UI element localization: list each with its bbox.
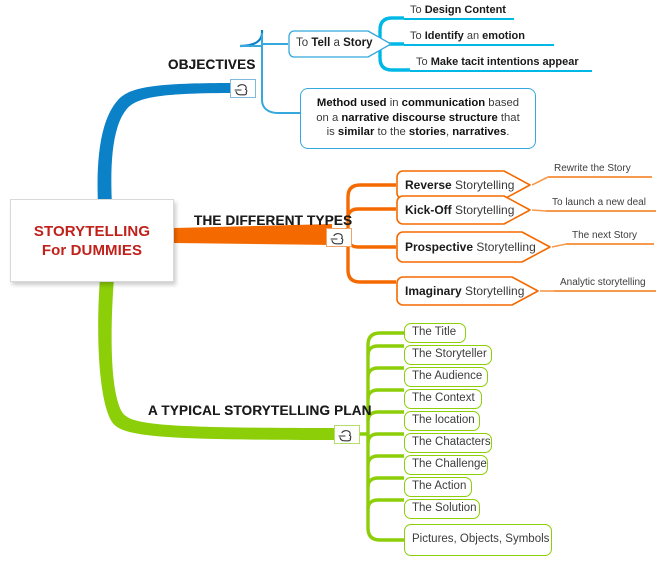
pointing-hand-icon[interactable] <box>334 425 360 444</box>
node-kickoff-storytelling-label: Kick-Off Storytelling <box>405 203 515 217</box>
leaf-design-content-label: To Design Content <box>410 4 506 16</box>
note-connector-3 <box>551 243 567 248</box>
note-next-story[interactable]: The next Story <box>566 229 654 245</box>
node-imaginary-storytelling[interactable]: Imaginary Storytelling <box>396 276 540 306</box>
leaf-underline-rule <box>410 70 592 72</box>
node-tell-a-story[interactable]: To Tell a Story <box>288 30 393 58</box>
pointing-hand-icon[interactable] <box>326 228 352 247</box>
note-rewrite-the-story[interactable]: Rewrite the Story <box>548 162 652 178</box>
note-next-story-label: The next Story <box>572 230 638 241</box>
leaf-identify-emotion[interactable]: To Identify an emotion <box>404 30 554 46</box>
node-method-definition[interactable]: Method used in communication based on a … <box>300 88 536 149</box>
root-title-line2: For DUMMIES <box>41 241 143 259</box>
node-the-context[interactable]: The Context <box>404 389 482 409</box>
node-the-action[interactable]: The Action <box>404 477 472 497</box>
note-launch-new-deal[interactable]: To launch a new deal <box>546 196 656 212</box>
node-the-location[interactable]: The location <box>404 411 480 431</box>
node-tell-a-story-label: To Tell a Story <box>296 37 373 50</box>
note-analytic-storytelling[interactable]: Analytic storytelling <box>554 276 656 292</box>
leaf-make-tacit-intentions-label: To Make tacit intentions appear <box>416 56 579 68</box>
node-imaginary-storytelling-label: Imaginary Storytelling <box>405 284 525 298</box>
node-pictures-objects-symbols[interactable]: Pictures, Objects, Symbols <box>404 524 552 556</box>
node-reverse-storytelling-label: Reverse Storytelling <box>405 178 515 192</box>
node-kickoff-storytelling[interactable]: Kick-Off Storytelling <box>396 195 532 225</box>
note-underline-rule <box>546 210 656 212</box>
node-the-audience[interactable]: The Audience <box>404 367 488 387</box>
node-prospective-storytelling-label: Prospective Storytelling <box>405 240 536 254</box>
node-the-storyteller[interactable]: The Storyteller <box>404 345 492 365</box>
pointing-hand-icon[interactable] <box>230 79 256 98</box>
root-title-line1: STORYTELLING <box>33 222 151 240</box>
node-method-definition-text: Method used in communication based on a … <box>316 97 520 138</box>
note-launch-new-deal-label: To launch a new deal <box>552 197 646 208</box>
note-rewrite-the-story-label: Rewrite the Story <box>554 163 631 174</box>
note-underline-rule <box>566 243 654 245</box>
branch-title-types[interactable]: THE DIFFERENT TYPES <box>194 213 352 228</box>
node-the-solution[interactable]: The Solution <box>404 499 480 519</box>
note-underline-rule <box>548 176 652 178</box>
leaf-underline-rule <box>404 18 514 20</box>
leaf-identify-emotion-label: To Identify an emotion <box>410 30 525 42</box>
node-the-title[interactable]: The Title <box>404 323 466 343</box>
leaf-underline-rule <box>404 44 554 46</box>
node-the-challenge[interactable]: The Challenge <box>404 455 488 475</box>
leaf-make-tacit-intentions[interactable]: To Make tacit intentions appear <box>410 56 592 72</box>
note-connector-2 <box>531 209 547 212</box>
node-prospective-storytelling[interactable]: Prospective Storytelling <box>396 231 552 263</box>
note-analytic-storytelling-label: Analytic storytelling <box>560 277 646 288</box>
note-connector-1 <box>531 176 549 186</box>
branch-title-objectives[interactable]: OBJECTIVES <box>168 57 256 72</box>
root-node[interactable]: STORYTELLING For DUMMIES <box>10 199 174 282</box>
root-node-text: STORYTELLING For DUMMIES <box>34 222 150 260</box>
mindmap-canvas: STORYTELLING For DUMMIES OBJECTIVES THE … <box>0 0 658 563</box>
branch-title-plan[interactable]: A TYPICAL STORYTELLING PLAN <box>148 403 372 418</box>
node-the-characters[interactable]: The Chatacters <box>404 433 492 453</box>
note-underline-rule <box>554 290 656 292</box>
leaf-design-content[interactable]: To Design Content <box>404 4 514 20</box>
